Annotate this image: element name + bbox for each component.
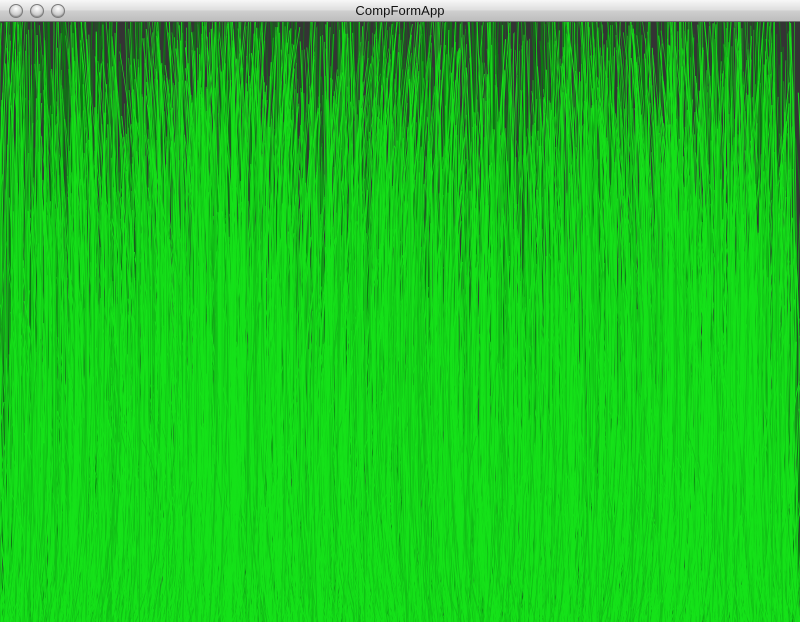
grass-drawing bbox=[0, 22, 800, 622]
window-title: CompFormApp bbox=[355, 3, 445, 18]
app-window: CompFormApp bbox=[0, 0, 800, 622]
titlebar: CompFormApp bbox=[0, 0, 800, 22]
grass-canvas[interactable] bbox=[0, 22, 800, 622]
